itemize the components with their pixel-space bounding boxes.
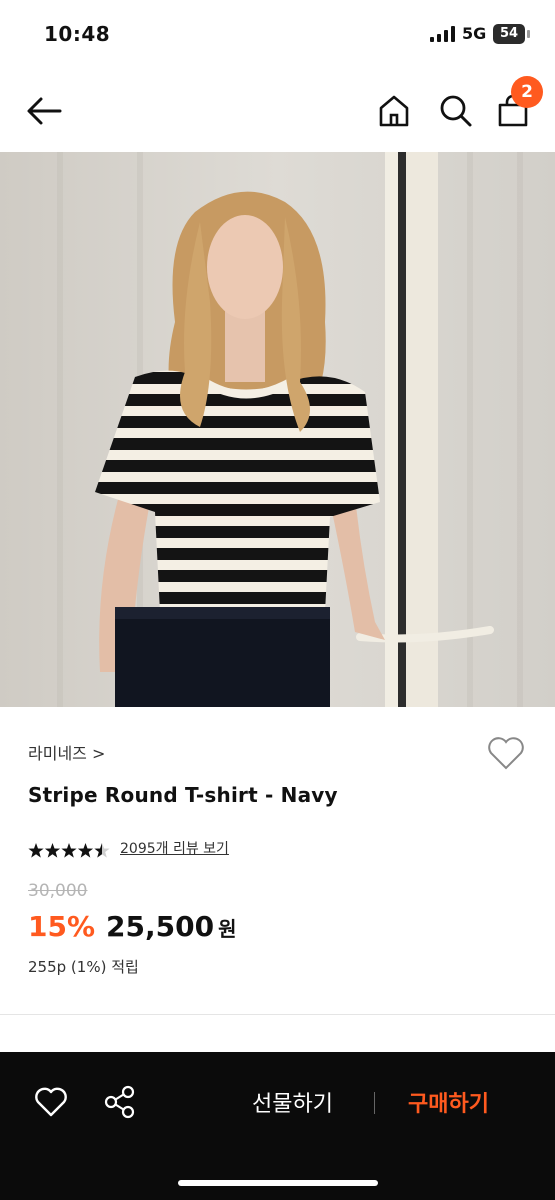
bottom-action-bar: 선물하기 구매하기 [0, 1052, 555, 1200]
star-rating [28, 843, 110, 858]
brand-link[interactable]: 라미네즈 > [28, 740, 105, 764]
star-icon [28, 843, 44, 858]
action-separator [374, 1092, 375, 1114]
section-divider [0, 1014, 555, 1015]
currency-unit: 원 [218, 917, 237, 941]
battery-indicator: 54 [493, 24, 525, 44]
battery-tip [527, 30, 530, 38]
product-title: Stripe Round T-shirt - Navy [28, 783, 338, 807]
sale-price: 25,500 원 [106, 910, 236, 943]
wishlist-heart-icon[interactable] [486, 734, 526, 772]
star-icon [77, 843, 94, 858]
buy-button[interactable]: 구매하기 [408, 1086, 489, 1118]
star-icon [61, 843, 77, 858]
network-label: 5G [462, 24, 487, 43]
home-icon[interactable] [375, 92, 413, 130]
signal-icon [430, 26, 455, 42]
sale-price-value: 25,500 [106, 910, 215, 943]
status-time: 10:48 [44, 22, 111, 46]
points-info: 255p (1%) 적립 [28, 958, 139, 976]
status-bar: 10:48 5G 54 [0, 0, 555, 70]
star-half-icon [94, 843, 110, 858]
back-arrow-icon[interactable] [24, 94, 64, 128]
home-indicator[interactable] [178, 1180, 378, 1186]
search-icon[interactable] [437, 92, 475, 130]
star-icon [44, 843, 61, 858]
review-link[interactable]: 2095개 리뷰 보기 [120, 838, 229, 858]
gift-button[interactable]: 선물하기 [252, 1086, 333, 1118]
heart-icon[interactable] [34, 1086, 68, 1118]
share-icon[interactable] [102, 1084, 138, 1120]
discount-rate: 15% [28, 910, 96, 943]
product-photo [0, 152, 555, 707]
top-navigation [0, 70, 555, 152]
cart-count-badge: 2 [511, 76, 543, 108]
product-image[interactable] [0, 152, 555, 707]
original-price: 30,000 [28, 881, 88, 901]
